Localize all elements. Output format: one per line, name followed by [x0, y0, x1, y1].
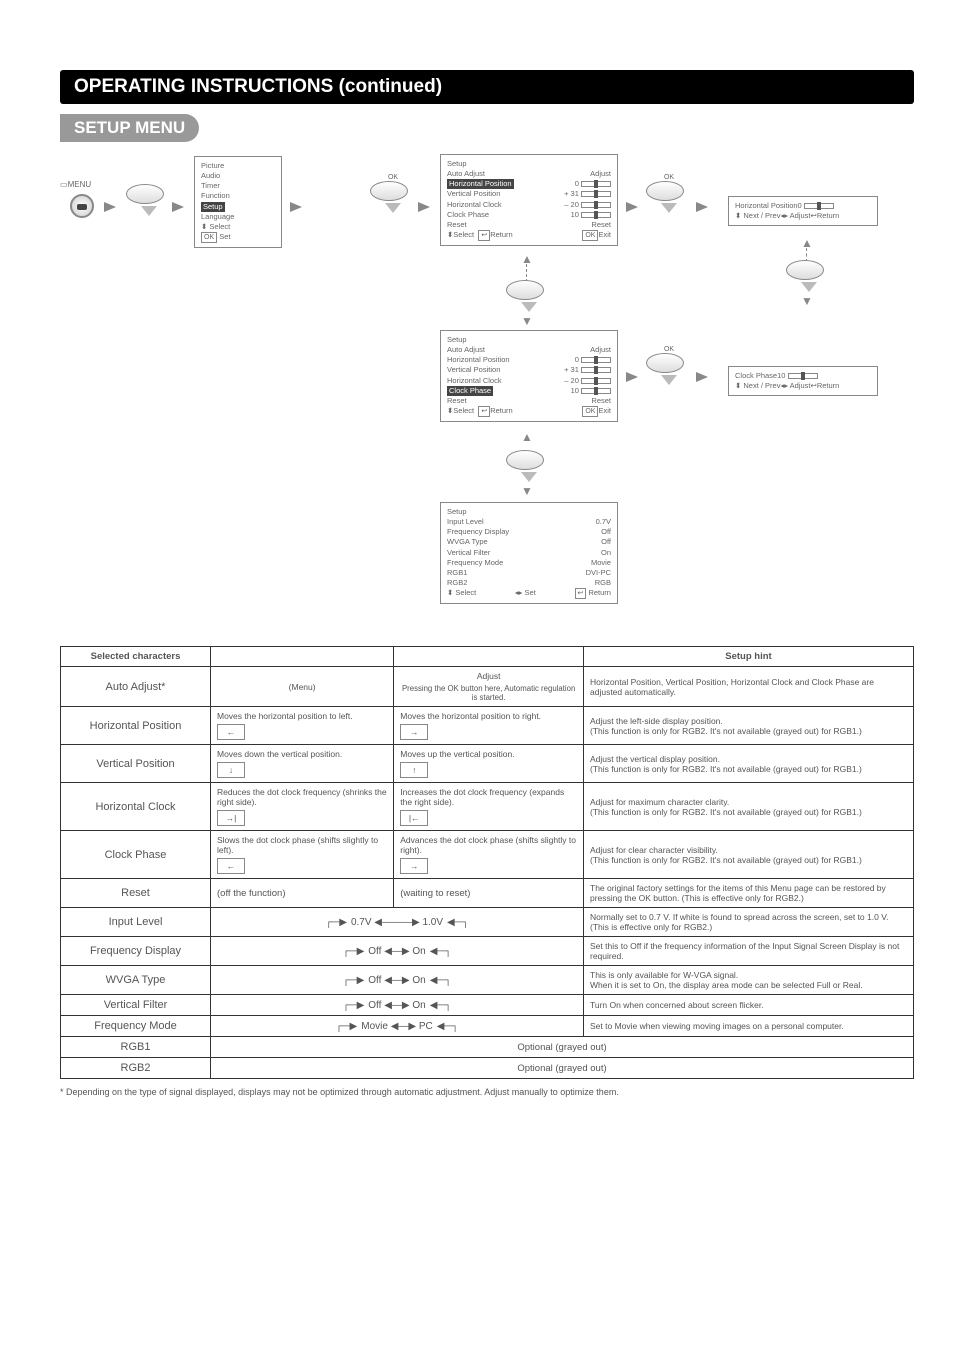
down-arrow-icon: ↓	[217, 762, 245, 778]
table-row: Reset (off the function) (waiting to res…	[61, 879, 914, 908]
ok-button-3: OK	[646, 346, 692, 385]
ok-button-2: OK	[646, 174, 692, 213]
row-label: Auto Adjust*	[61, 667, 211, 707]
up-arrow-icon: ↑	[400, 762, 428, 778]
cycle-vfilter: ┌─▶ Off ◀—▶ On ◀─┐	[217, 1000, 577, 1011]
osd-panel-horiz-pos: Horizontal Position0 ⬍ Next / Prev◂▸ Adj…	[728, 196, 878, 226]
phase-right-icon: →	[400, 858, 428, 874]
th-selected: Selected characters	[61, 647, 211, 667]
table-row: Auto Adjust* (Menu) AdjustPressing the O…	[61, 667, 914, 707]
nav-button-vert-side-1	[786, 260, 832, 292]
table-row: Horizontal Position Moves the horizontal…	[61, 707, 914, 745]
table-row: Clock Phase Slows the dot clock phase (s…	[61, 831, 914, 879]
table-row: RGB1 Optional (grayed out)	[61, 1037, 914, 1058]
page-title: OPERATING INSTRUCTIONS (continued)	[60, 70, 914, 104]
nav-button-1	[126, 184, 172, 216]
th-hint: Setup hint	[584, 647, 914, 667]
table-row: Frequency Mode ┌─▶ Movie ◀—▶ PC ◀─┐ Set …	[61, 1016, 914, 1037]
left-arrow-icon: ←	[217, 724, 245, 740]
expand-icon: |←	[400, 810, 428, 826]
menu-button-icon	[70, 194, 94, 218]
th-col2	[211, 647, 394, 667]
cycle-input-level: ┌─▶ 0.7V ◀———▶ 1.0V ◀─┐	[217, 917, 577, 928]
row-hint: Horizontal Position, Vertical Position, …	[584, 667, 914, 707]
table-row: WVGA Type ┌─▶ Off ◀—▶ On ◀─┐ This is onl…	[61, 966, 914, 995]
table-header-row: Selected characters Setup hint	[61, 647, 914, 667]
shrink-icon: →|	[217, 810, 245, 826]
table-row: Input Level ┌─▶ 0.7V ◀———▶ 1.0V ◀─┐ Norm…	[61, 908, 914, 937]
table-row: RGB2 Optional (grayed out)	[61, 1058, 914, 1079]
osd-panel-setup-2: Setup Auto AdjustAdjust Horizontal Posit…	[440, 330, 618, 422]
osd-panel-clock-phase: Clock Phase10 ⬍ Next / Prev◂▸ Adjust↩Ret…	[728, 366, 878, 396]
osd-panel-setup-1: Setup Auto AdjustAdjust Horizontal Posit…	[440, 154, 618, 246]
phase-left-icon: ←	[217, 858, 245, 874]
section-label: SETUP MENU	[60, 114, 199, 142]
right-arrow-icon: →	[400, 724, 428, 740]
nav-button-vert-2	[506, 450, 552, 482]
table-row: Vertical Position Moves down the vertica…	[61, 745, 914, 783]
cycle-wvga: ┌─▶ Off ◀—▶ On ◀─┐	[217, 975, 577, 986]
table-row: Horizontal Clock Reduces the dot clock f…	[61, 783, 914, 831]
menu-label: ▭MENU	[60, 180, 91, 189]
footnote: * Depending on the type of signal displa…	[60, 1087, 914, 1097]
ok-button-1: OK	[370, 174, 416, 213]
th-col3	[394, 647, 584, 667]
nav-button-vert-1	[506, 280, 552, 312]
table-row: Frequency Display ┌─▶ Off ◀—▶ On ◀─┐ Set…	[61, 937, 914, 966]
cycle-freq-display: ┌─▶ Off ◀—▶ On ◀─┐	[217, 946, 577, 957]
cycle-freqmode: ┌─▶ Movie ◀—▶ PC ◀─┐	[217, 1021, 577, 1032]
osd-panel-main: Picture Audio Timer Function Setup Langu…	[194, 156, 282, 248]
table-row: Vertical Filter ┌─▶ Off ◀—▶ On ◀─┐ Turn …	[61, 995, 914, 1016]
settings-table: Selected characters Setup hint Auto Adju…	[60, 646, 914, 1079]
osd-panel-setup-3: Setup Input Level0.7V Frequency DisplayO…	[440, 502, 618, 604]
flow-diagram: ▭MENU Picture Audio Timer Function Setup…	[60, 150, 914, 640]
